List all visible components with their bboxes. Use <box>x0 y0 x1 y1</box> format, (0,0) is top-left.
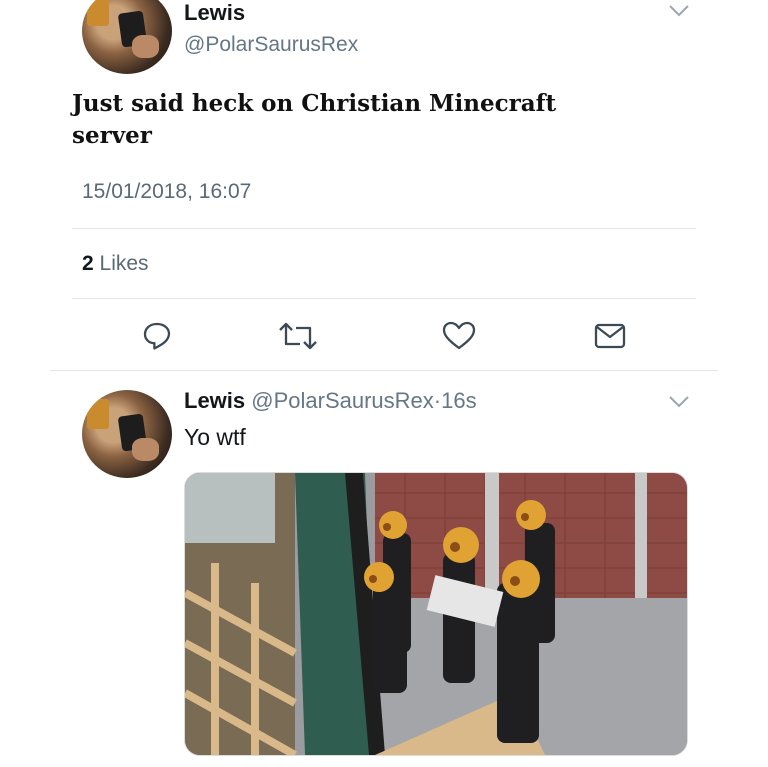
likes-label: Likes <box>99 252 149 275</box>
tweet-timestamp[interactable]: 15/01/2018, 16:07 <box>82 180 251 204</box>
reply-text: Yo wtf <box>184 424 246 450</box>
reply-author-handle[interactable]: @PolarSaurusRex <box>251 388 434 413</box>
chevron-down-icon[interactable] <box>668 4 690 23</box>
retweet-icon[interactable] <box>276 320 320 352</box>
attached-photo[interactable] <box>184 472 688 756</box>
chevron-down-icon[interactable] <box>668 395 690 414</box>
photo-scene <box>185 473 687 755</box>
share-icon[interactable] <box>594 322 626 350</box>
likes-number: 2 <box>82 252 94 275</box>
tweet-text: Just said heck on Christian Minecraft se… <box>72 90 557 149</box>
like-icon[interactable] <box>442 321 476 351</box>
avatar-photo-detail <box>87 0 109 26</box>
reply-header: Lewis @PolarSaurusRex·16s <box>184 388 477 414</box>
reply-icon[interactable] <box>141 320 173 352</box>
likes-count[interactable]: 2 Likes <box>82 252 149 276</box>
divider <box>72 298 696 299</box>
avatar-photo-detail <box>131 35 159 58</box>
author-handle[interactable]: @PolarSaurusRex <box>184 33 358 57</box>
reply-time[interactable]: 16s <box>441 388 476 413</box>
divider <box>50 370 718 371</box>
avatar-photo-detail <box>87 398 109 429</box>
reply-avatar[interactable] <box>82 390 172 478</box>
reply-author-name[interactable]: Lewis <box>184 388 245 413</box>
author-name[interactable]: Lewis <box>184 0 245 26</box>
divider <box>72 228 696 229</box>
avatar[interactable] <box>82 0 172 74</box>
avatar-photo-detail <box>131 438 159 462</box>
